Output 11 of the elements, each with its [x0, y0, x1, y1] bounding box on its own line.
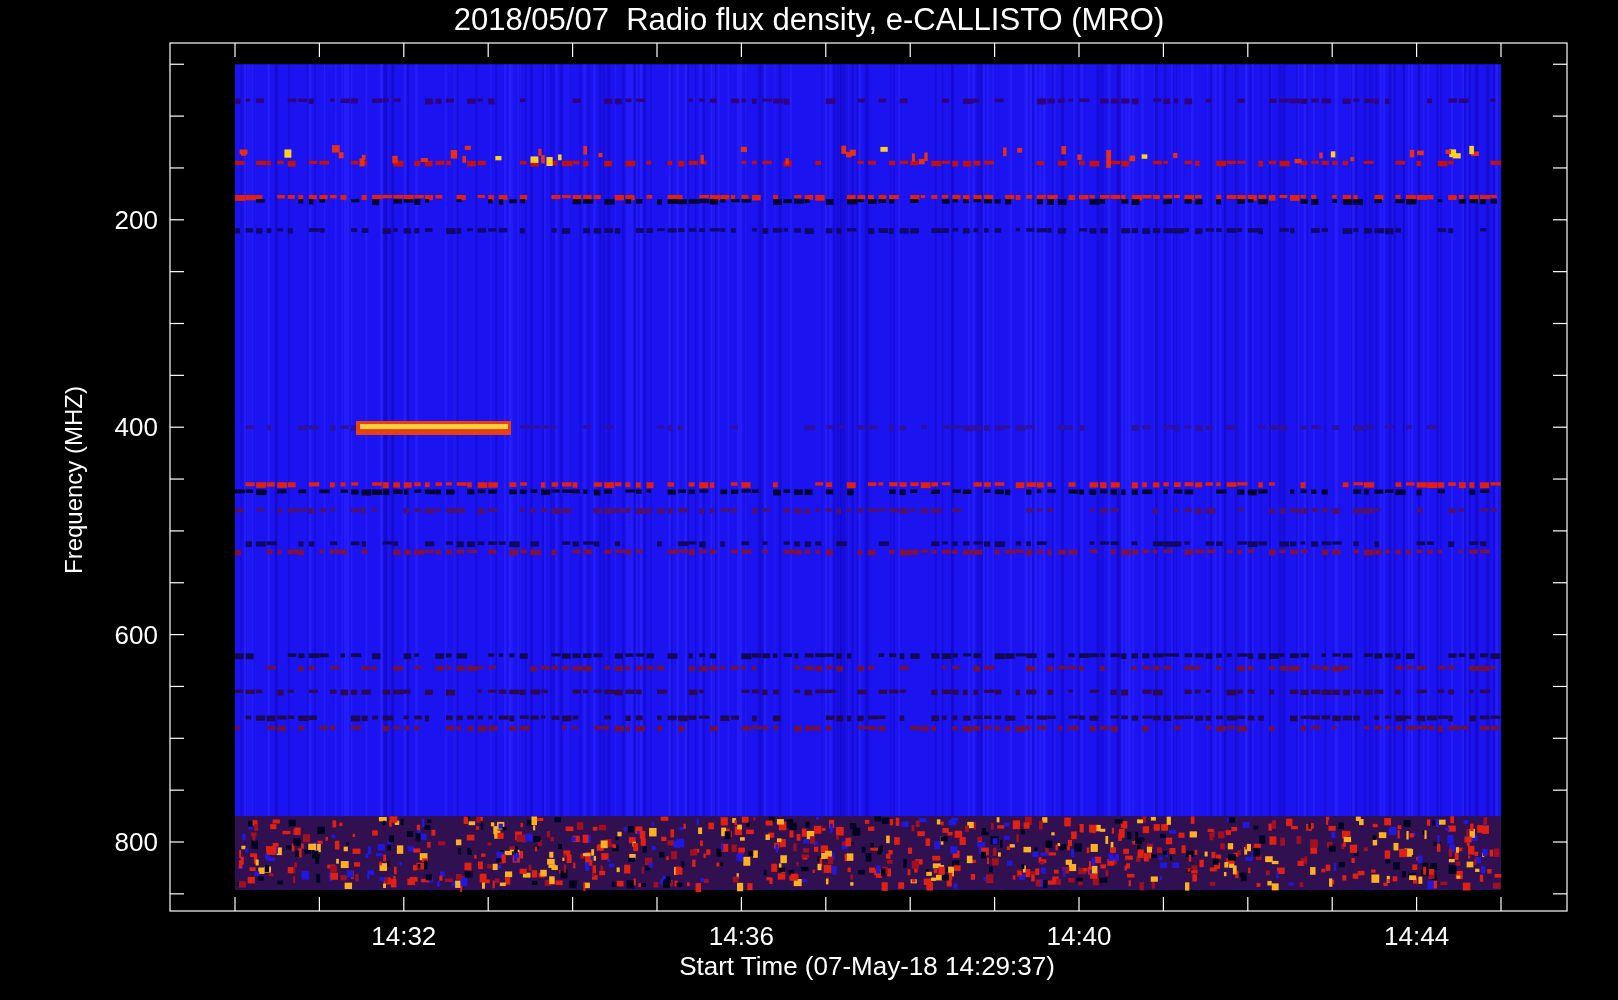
x-tick-label: 14:32 [371, 923, 437, 949]
x-tick-label: 14:40 [1046, 923, 1112, 949]
chart-title: 2018/05/07 Radio flux density, e-CALLISTO (MRO) [453, 3, 1165, 35]
y-tick-label: 200 [114, 206, 158, 233]
x-axis-title: Start Time (07-May-18 14:29:37) [679, 953, 1055, 979]
y-tick-label: 400 [114, 414, 158, 441]
x-tick-label: 14:44 [1384, 923, 1450, 949]
y-tick-label: 600 [114, 621, 158, 648]
y-axis-title: Frequency (MHZ) [62, 386, 86, 574]
y-tick-label: 800 [114, 829, 158, 855]
x-tick-label: 14:36 [708, 923, 774, 949]
